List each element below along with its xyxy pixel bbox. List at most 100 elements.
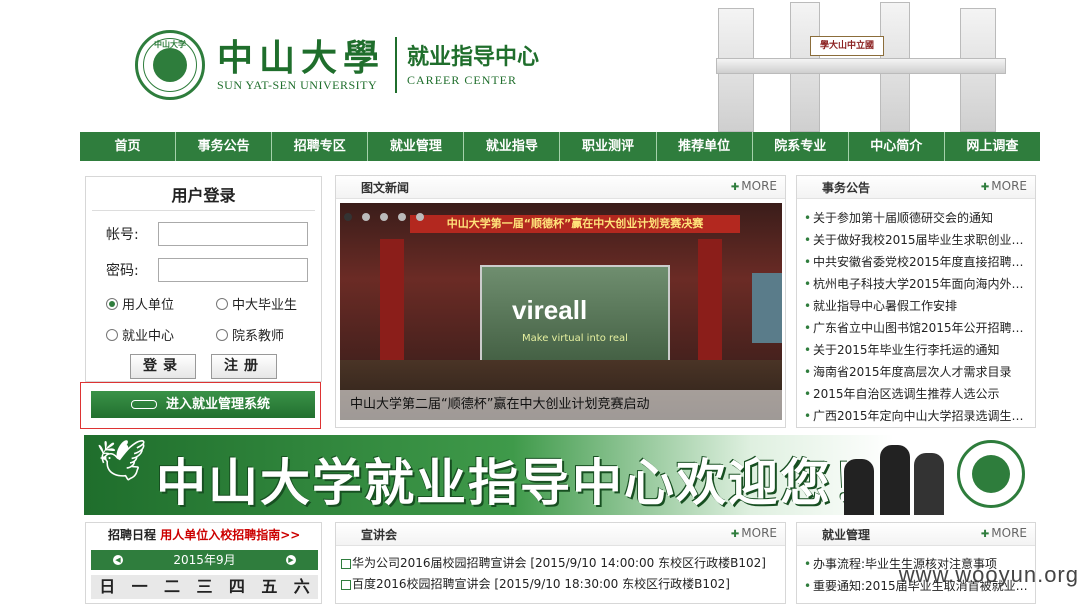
slide-caption[interactable]: 中山大学第二届“顺德杯”赢在中大创业计划竞赛启动 — [340, 390, 782, 420]
news-slideshow-image[interactable]: 中山大学第一届“顺德杯”赢在中大创业计划竞赛决赛 vireall Make vi… — [340, 203, 782, 420]
nav-recruitment[interactable]: 招聘专区 — [272, 132, 369, 161]
slide-dot[interactable] — [416, 213, 424, 221]
notices-panel: 事务公告 ✚MORE 关于参加第十届顺德研交会的通知 关于做好我校2015届毕业… — [796, 175, 1036, 428]
photo-news-more-link[interactable]: ✚ MORE — [731, 179, 777, 193]
role-label: 中大毕业生 — [232, 298, 298, 313]
key-icon — [131, 400, 157, 409]
weekday-header: 日 一 二 三 四 五 六 — [91, 575, 318, 599]
screen-subtitle: Make virtual into real — [522, 333, 628, 344]
role-center-radio[interactable]: 就业中心 — [106, 325, 174, 344]
nav-departments[interactable]: 院系专业 — [753, 132, 849, 161]
notice-item[interactable]: 关于2015年毕业生行李托运的通知 — [803, 339, 1035, 361]
enter-system-highlight: 进入就业管理系统 — [80, 382, 321, 429]
watermark: www.wooyun.org — [898, 562, 1079, 587]
gate-image: 學大山中立國 — [680, 0, 1040, 132]
weekday-label: 六 — [293, 577, 310, 596]
weekday-label: 四 — [228, 577, 245, 596]
enter-system-label: 进入就业管理系统 — [165, 397, 270, 412]
notices-title: 事务公告 — [822, 181, 871, 195]
center-name-en: CAREER CENTER — [407, 72, 518, 87]
photo-news-panel: 图文新闻 ✚ MORE 中山大学第一届“顺德杯”赢在中大创业计划竞赛决赛 vire… — [335, 175, 786, 428]
employment-title: 就业管理 — [822, 528, 871, 542]
notice-item[interactable]: 海南省2015年度高层次人才需求目录 — [803, 361, 1035, 383]
password-label: 密码: — [106, 263, 139, 279]
slide-dot[interactable] — [398, 213, 406, 221]
plus-icon: ✚ — [980, 182, 990, 193]
welcome-banner: 🕊 中山大学就业指导中心欢迎您！ — [84, 435, 1037, 515]
notice-item[interactable]: 中共安徽省委党校2015年度直接招聘… — [803, 251, 1035, 273]
employment-more-link[interactable]: ✚ MORE — [981, 526, 1027, 540]
talks-more-link[interactable]: ✚ MORE — [731, 526, 777, 540]
weekday-label: 三 — [196, 577, 213, 596]
people-illustration — [836, 441, 946, 515]
university-name-en: SUN YAT-SEN UNIVERSITY — [217, 77, 378, 92]
seal-text: 中山大学 — [154, 40, 186, 49]
radio-icon — [216, 297, 228, 310]
notice-item[interactable]: 广西2015年定向中山大学招录选调生… — [803, 405, 1035, 427]
slide-dot[interactable] — [380, 213, 388, 221]
weekday-label: 日 — [99, 577, 116, 596]
account-label: 帐号: — [106, 227, 139, 243]
login-button[interactable]: 登录 — [130, 354, 196, 379]
notice-item[interactable]: 关于参加第十届顺德研交会的通知 — [803, 207, 1035, 229]
notice-item[interactable]: 杭州电子科技大学2015年面向海内外… — [803, 273, 1035, 295]
role-label: 院系教师 — [232, 329, 285, 344]
nav-career-guidance[interactable]: 就业指导 — [464, 132, 561, 161]
employer-guide-link[interactable]: 用人单位入校招聘指南>> — [160, 528, 300, 542]
login-panel: 用户登录 帐号: 密码: 用人单位 中大毕业生 就业中心 院系教师 登录 注册 — [85, 176, 322, 382]
password-input[interactable] — [158, 258, 308, 282]
center-name: 就业指导中心 — [407, 44, 540, 70]
role-label: 就业中心 — [122, 329, 175, 344]
welcome-text: 中山大学就业指导中心欢迎您！ — [156, 454, 884, 512]
weekday-label: 二 — [164, 577, 181, 596]
site-header: 中山大学 中山大學 SUN YAT-SEN UNIVERSITY 就业指导中心 … — [80, 0, 1040, 132]
photo-news-title: 图文新闻 — [361, 181, 410, 195]
slideshow-dots — [344, 213, 424, 221]
nav-employment-management[interactable]: 就业管理 — [368, 132, 465, 161]
talk-item[interactable]: 百度2016校园招聘宣讲会 [2015/9/10 18:30:00 东校区行政楼… — [340, 574, 785, 595]
month-label: 2015年9月 — [173, 553, 236, 567]
talks-panel: 宣讲会 ✚ MORE 华为公司2016届校园招聘宣讲会 [2015/9/10 14… — [335, 522, 786, 604]
register-button[interactable]: 注册 — [211, 354, 277, 379]
radio-icon — [106, 328, 118, 341]
weekday-label: 五 — [261, 577, 278, 596]
nav-career-assessment[interactable]: 职业测评 — [560, 132, 657, 161]
nav-home[interactable]: 首页 — [80, 132, 177, 161]
nav-notices[interactable]: 事务公告 — [176, 132, 273, 161]
notice-item[interactable]: 关于做好我校2015届毕业生求职创业… — [803, 229, 1035, 251]
university-seal-icon: 中山大学 — [135, 30, 205, 100]
weekday-label: 一 — [131, 577, 148, 596]
university-seal-icon — [957, 440, 1025, 508]
nav-about[interactable]: 中心简介 — [849, 132, 945, 161]
radio-checked-icon — [106, 297, 118, 310]
next-month-icon[interactable]: ▶ — [286, 555, 296, 565]
talks-title: 宣讲会 — [361, 528, 398, 542]
prev-month-icon[interactable]: ◀ — [113, 555, 123, 565]
notice-item[interactable]: 广东省立中山图书馆2015年公开招聘… — [803, 317, 1035, 339]
recruitment-calendar: 招聘日程 用人单位入校招聘指南>> ◀ 2015年9月 ▶ 日 一 二 三 四 … — [85, 522, 322, 604]
account-input[interactable] — [158, 222, 308, 246]
nav-recommended-employers[interactable]: 推荐单位 — [657, 132, 753, 161]
talk-item[interactable]: 华为公司2016届校园招聘宣讲会 [2015/9/10 14:00:00 东校区… — [340, 553, 785, 574]
notice-item[interactable]: 就业指导中心暑假工作安排 — [803, 295, 1035, 317]
login-title: 用户登录 — [92, 182, 315, 211]
enter-management-system-button[interactable]: 进入就业管理系统 — [91, 391, 315, 418]
role-label: 用人单位 — [122, 298, 175, 313]
nav-survey[interactable]: 网上调查 — [945, 132, 1040, 161]
gate-plaque: 學大山中立國 — [810, 36, 884, 56]
calendar-title: 招聘日程 — [108, 528, 157, 542]
slide-dot[interactable] — [362, 213, 370, 221]
month-bar: ◀ 2015年9月 ▶ — [91, 550, 318, 570]
notice-item[interactable]: 2015年自治区选调生推荐人选公示 — [803, 383, 1035, 405]
role-teacher-radio[interactable]: 院系教师 — [216, 325, 284, 344]
radio-icon — [216, 328, 228, 341]
university-name: 中山大學 — [217, 36, 386, 79]
role-graduate-radio[interactable]: 中大毕业生 — [216, 294, 297, 313]
notices-more-link[interactable]: ✚ MORE — [981, 179, 1027, 193]
projection-screen: vireall Make virtual into real — [480, 265, 670, 375]
role-employer-radio[interactable]: 用人单位 — [106, 294, 174, 313]
slide-dot[interactable] — [344, 213, 352, 221]
site-logo[interactable]: 中山大学 中山大學 SUN YAT-SEN UNIVERSITY 就业指导中心 … — [135, 30, 539, 100]
event-banner: 中山大学第一届“顺德杯”赢在中大创业计划竞赛决赛 — [410, 215, 740, 233]
dove-icon: 🕊 — [96, 438, 147, 484]
